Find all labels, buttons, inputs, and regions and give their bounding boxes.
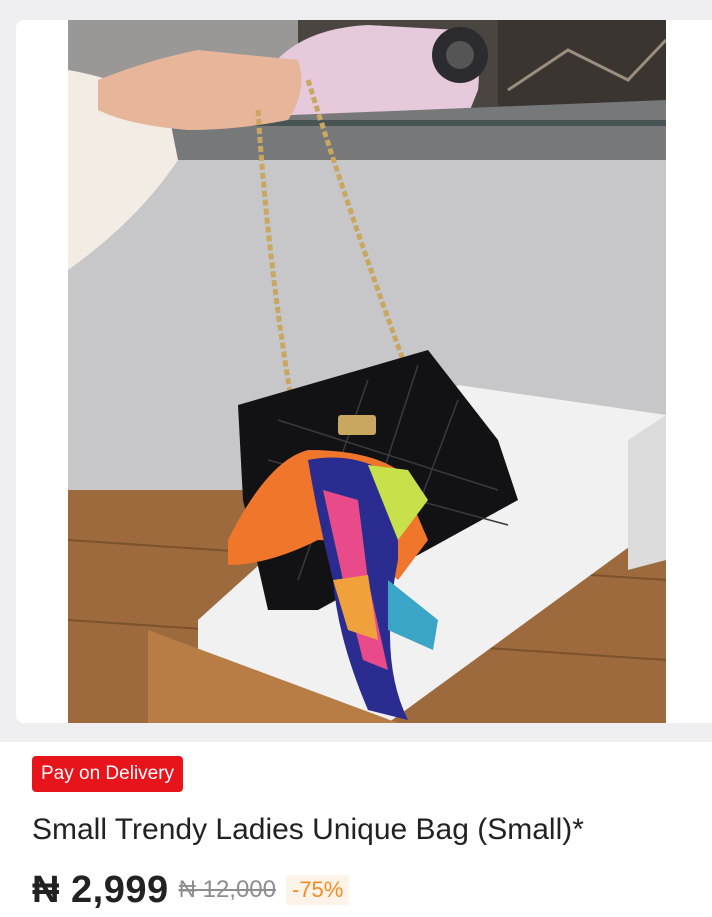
price-row: ₦ 2,999 ₦ 12,000 -75%	[32, 868, 350, 911]
top-strip	[0, 0, 712, 20]
current-price: ₦ 2,999	[32, 868, 169, 911]
product-image[interactable]	[68, 20, 666, 723]
pay-on-delivery-badge: Pay on Delivery	[32, 756, 184, 792]
old-price: ₦ 12,000	[178, 876, 276, 903]
discount-badge: -75%	[286, 875, 350, 905]
product-title[interactable]: Small Trendy Ladies Unique Bag (Small)*	[32, 810, 692, 850]
product-info: Pay on Delivery Small Trendy Ladies Uniq…	[0, 742, 712, 917]
product-image-card[interactable]	[16, 20, 712, 723]
